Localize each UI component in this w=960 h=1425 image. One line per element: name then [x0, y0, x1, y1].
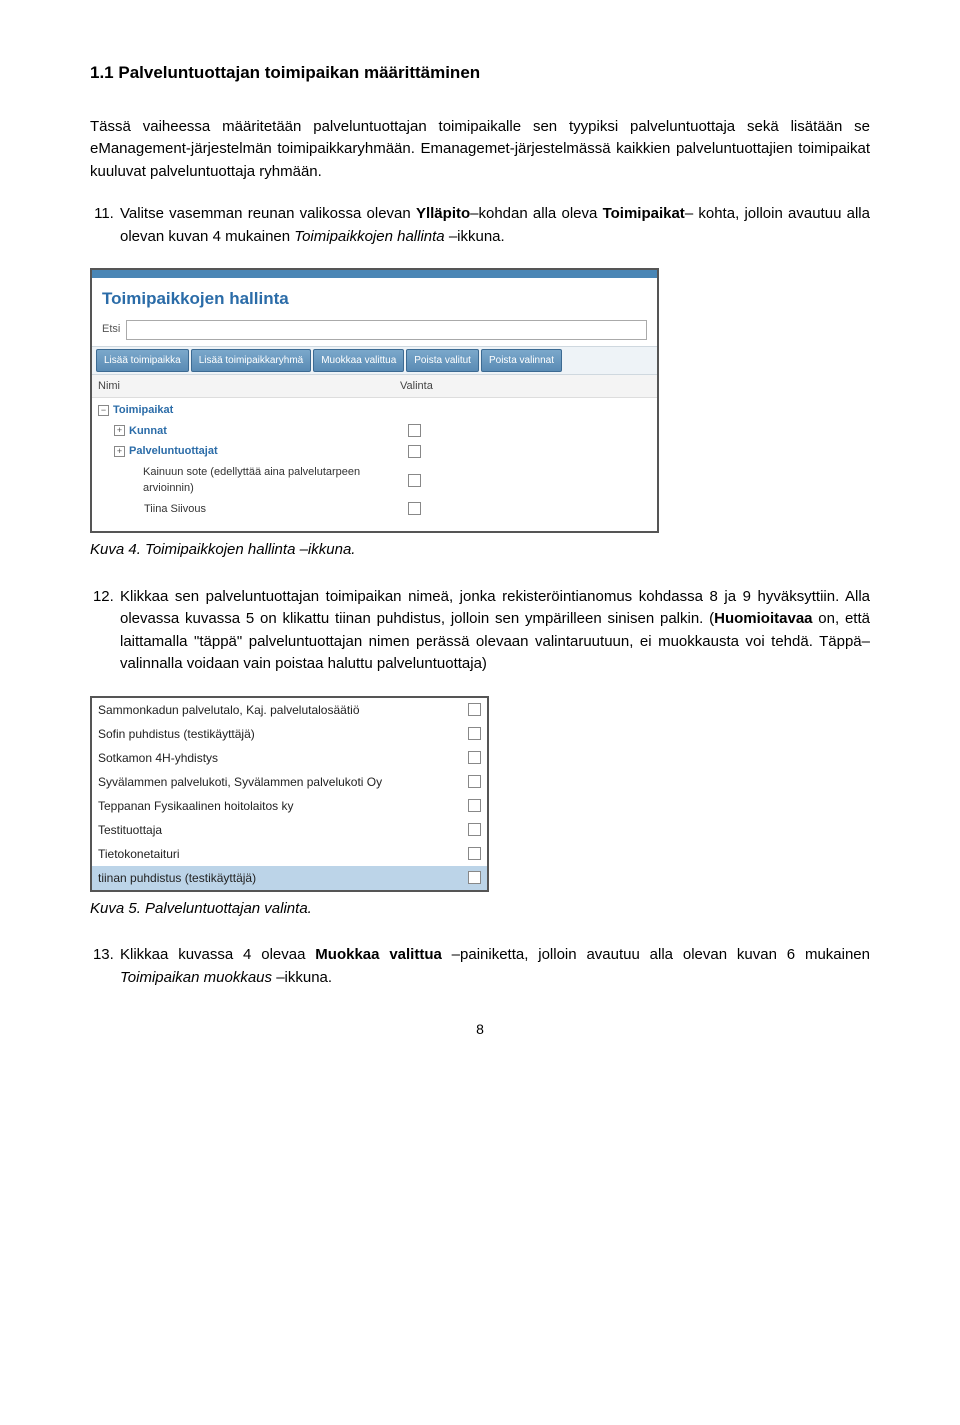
provider-name: Tietokonetaituri — [98, 845, 462, 863]
tree-row[interactable]: −Toimipaikat — [92, 400, 657, 421]
search-label: Etsi — [102, 321, 120, 338]
provider-name: Sotkamon 4H-yhdistys — [98, 749, 462, 767]
t: –ikkuna. — [272, 969, 332, 986]
tree-row[interactable]: Kainuun sote (edellyttää aina palvelutar… — [92, 462, 657, 499]
checkbox[interactable] — [468, 823, 481, 836]
intro-paragraph: Tässä vaiheessa määritetään palveluntuot… — [90, 116, 870, 184]
caption-5: Kuva 5. Palveluntuottajan valinta. — [90, 898, 870, 921]
tree-label[interactable]: Kunnat — [129, 423, 167, 440]
checkbox[interactable] — [468, 703, 481, 716]
checkbox[interactable] — [468, 751, 481, 764]
t: Kuva 5. — [90, 900, 145, 917]
provider-name: Testituottaja — [98, 821, 462, 839]
t: –kohdan alla oleva — [470, 205, 602, 222]
clear-selection-button[interactable]: Poista valinnat — [481, 349, 562, 372]
t: –painiketta, jolloin avautuu alla olevan… — [442, 946, 870, 963]
tree-label[interactable]: Toimipaikat — [113, 402, 173, 419]
tree-row[interactable]: Tiina Siivous — [92, 499, 657, 520]
step-list-13: Klikkaa kuvassa 4 olevaa Muokkaa valittu… — [90, 944, 870, 989]
screenshot-toimipaikkojen-hallinta: Toimipaikkojen hallinta Etsi Lisää toimi… — [90, 268, 659, 533]
search-input[interactable] — [126, 320, 647, 340]
provider-name: Syvälammen palvelukoti, Syvälammen palve… — [98, 773, 462, 791]
provider-name: tiinan puhdistus (testikäyttäjä) — [98, 869, 462, 887]
provider-name: Sammonkadun palvelutalo, Kaj. palvelutal… — [98, 701, 462, 719]
checkbox[interactable] — [408, 502, 421, 515]
caption-4: Kuva 4. Toimipaikkojen hallinta –ikkuna. — [90, 539, 870, 562]
t: Huomioitavaa — [714, 610, 812, 627]
add-location-button[interactable]: Lisää toimipaikka — [96, 349, 189, 372]
list-item[interactable]: Sofin puhdistus (testikäyttäjä) — [92, 722, 487, 746]
tree-row[interactable]: + Kunnat — [92, 421, 657, 442]
tree-row[interactable]: + Palveluntuottajat — [92, 441, 657, 462]
list-item[interactable]: tiinan puhdistus (testikäyttäjä) — [92, 866, 487, 890]
expand-icon[interactable]: + — [114, 446, 125, 457]
collapse-icon[interactable]: − — [98, 405, 109, 416]
t: Kuva 4. — [90, 541, 145, 558]
t: Toimipaikkojen hallinta –ikkuna. — [145, 541, 355, 558]
edit-selected-button[interactable]: Muokkaa valittua — [313, 349, 404, 372]
step-list-11: Valitse vasemman reunan valikossa olevan… — [90, 203, 870, 248]
step-11: Valitse vasemman reunan valikossa olevan… — [118, 203, 870, 248]
t: Muokkaa valittua — [315, 946, 442, 963]
t: Valitse vasemman reunan valikossa olevan — [120, 205, 416, 222]
checkbox[interactable] — [468, 871, 481, 884]
step-13: Klikkaa kuvassa 4 olevaa Muokkaa valittu… — [118, 944, 870, 989]
t: Palveluntuottajan valinta. — [145, 900, 312, 917]
provider-name: Teppanan Fysikaalinen hoitolaitos ky — [98, 797, 462, 815]
list-item[interactable]: Sotkamon 4H-yhdistys — [92, 746, 487, 770]
section-heading: 1.1 Palveluntuottajan toimipaikan määrit… — [90, 60, 870, 86]
list-item[interactable]: Tietokonetaituri — [92, 842, 487, 866]
provider-name: Sofin puhdistus (testikäyttäjä) — [98, 725, 462, 743]
tree-label[interactable]: Palveluntuottajat — [129, 443, 218, 460]
t: Ylläpito — [416, 205, 470, 222]
tree-label[interactable]: Kainuun sote (edellyttää aina palvelutar… — [143, 464, 408, 497]
toolbar: Lisää toimipaikka Lisää toimipaikkaryhmä… — [92, 346, 657, 375]
t: Toimipaikat — [603, 205, 685, 222]
list-item[interactable]: Sammonkadun palvelutalo, Kaj. palvelutal… — [92, 698, 487, 722]
t: –ikkuna. — [445, 228, 505, 245]
checkbox[interactable] — [468, 847, 481, 860]
expand-icon[interactable]: + — [114, 425, 125, 436]
table-header: Nimi Valinta — [92, 375, 657, 399]
screenshot-provider-list: Sammonkadun palvelutalo, Kaj. palvelutal… — [90, 696, 489, 892]
checkbox[interactable] — [408, 474, 421, 487]
list-item[interactable]: Teppanan Fysikaalinen hoitolaitos ky — [92, 794, 487, 818]
tree-label[interactable]: Tiina Siivous — [144, 501, 206, 518]
search-row: Etsi — [92, 318, 657, 346]
step-12: Klikkaa sen palveluntuottajan toimipaika… — [118, 586, 870, 676]
delete-selected-button[interactable]: Poista valitut — [406, 349, 479, 372]
list-item[interactable]: Syvälammen palvelukoti, Syvälammen palve… — [92, 770, 487, 794]
col-selection: Valinta — [394, 375, 657, 398]
panel-title: Toimipaikkojen hallinta — [92, 278, 657, 318]
t: Toimipaikan muokkaus — [120, 969, 272, 986]
t: Klikkaa kuvassa 4 olevaa — [120, 946, 315, 963]
add-location-group-button[interactable]: Lisää toimipaikkaryhmä — [191, 349, 312, 372]
col-name: Nimi — [92, 375, 394, 398]
checkbox[interactable] — [468, 799, 481, 812]
tree: −Toimipaikat + Kunnat + Palveluntuottajat Kai… — [92, 398, 657, 531]
step-list-12: Klikkaa sen palveluntuottajan toimipaika… — [90, 586, 870, 676]
checkbox[interactable] — [408, 424, 421, 437]
t: Toimipaikkojen hallinta — [294, 228, 444, 245]
checkbox[interactable] — [468, 775, 481, 788]
checkbox[interactable] — [468, 727, 481, 740]
top-stripe — [92, 270, 657, 278]
list-item[interactable]: Testituottaja — [92, 818, 487, 842]
checkbox[interactable] — [408, 445, 421, 458]
page-number: 8 — [90, 1019, 870, 1040]
